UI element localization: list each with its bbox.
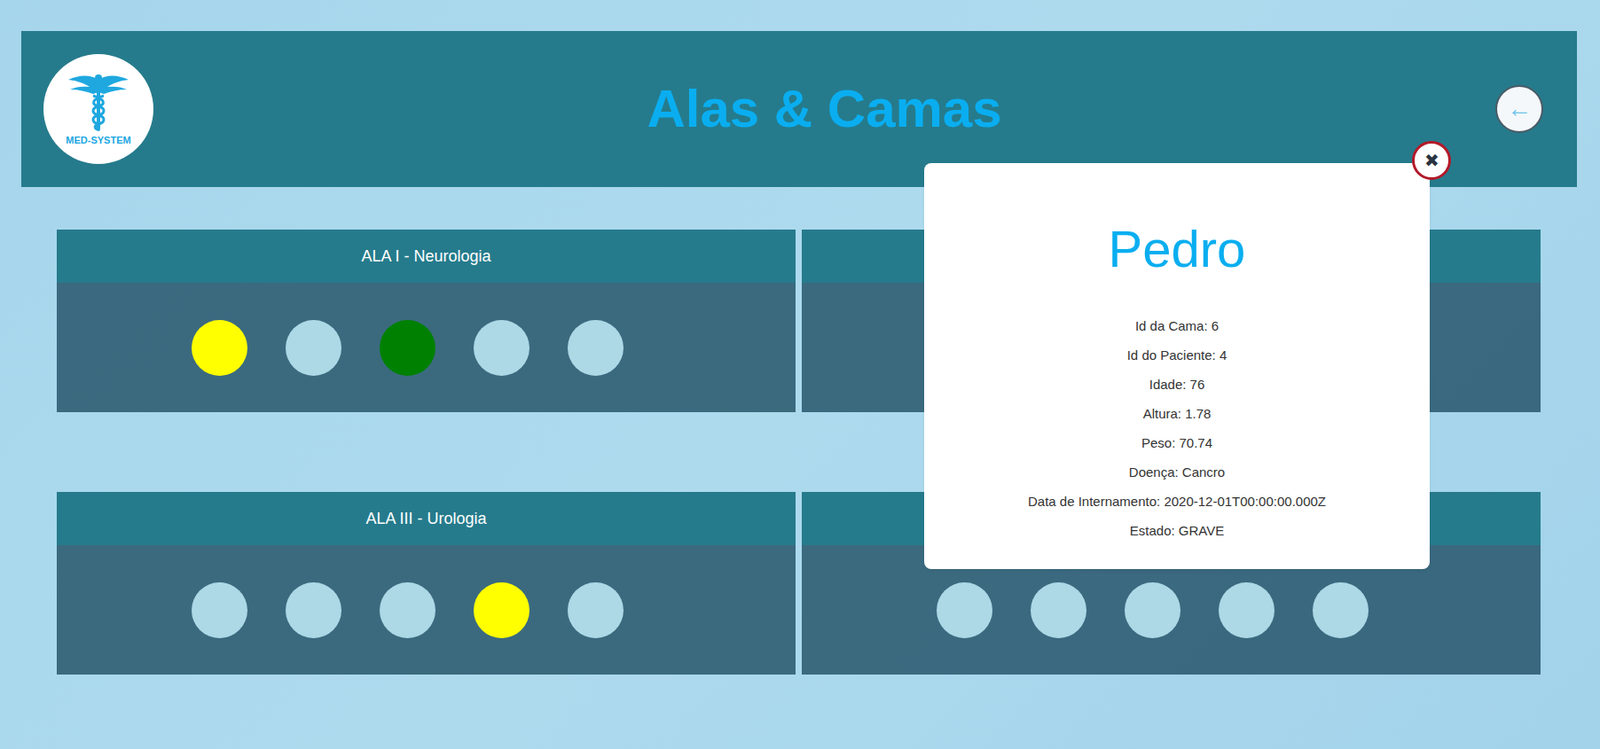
back-button[interactable]: ← xyxy=(1495,85,1544,134)
ward-panel: ALA I - Neurologia xyxy=(56,229,796,413)
detail-line: Idade: 76 xyxy=(941,369,1412,400)
detail-line: Altura: 1.78 xyxy=(941,399,1412,429)
detail-line: Id do Paciente: 4 xyxy=(941,340,1412,370)
close-button[interactable]: ✖ xyxy=(1411,141,1451,181)
patient-name: Pedro xyxy=(941,218,1412,281)
bed-dot[interactable] xyxy=(285,582,342,639)
bed-dot[interactable] xyxy=(567,582,624,639)
detail-line: Estado: GRAVE xyxy=(941,516,1412,546)
bed-dot[interactable] xyxy=(1218,582,1275,639)
bed-dot[interactable] xyxy=(191,582,248,639)
ward-beds xyxy=(56,282,796,413)
patient-modal: Pedro Id da Cama: 6Id do Paciente: 4Idade… xyxy=(924,163,1430,570)
bed-dot[interactable] xyxy=(473,582,530,639)
bed-dot[interactable] xyxy=(379,320,436,377)
ward-panel: ALA III - Urologia xyxy=(56,492,796,675)
patient-details: Id da Cama: 6Id do Paciente: 4Idade: 76A… xyxy=(941,311,1412,546)
ward-title: ALA I - Neurologia xyxy=(360,244,491,269)
ward-beds xyxy=(56,545,796,675)
page-title: Alas & Camas xyxy=(153,77,1496,142)
caduceus-icon xyxy=(66,72,131,134)
logo: MED-SYSTEM xyxy=(43,54,154,165)
bed-dot[interactable] xyxy=(1030,582,1087,639)
ward-header: ALA I - Neurologia xyxy=(56,229,796,283)
logo-text: MED-SYSTEM xyxy=(65,134,131,146)
detail-line: Id da Cama: 6 xyxy=(941,311,1412,341)
ward-header: ALA III - Urologia xyxy=(56,492,796,546)
detail-line: Data de Internamento: 2020-12-01T00:00:0… xyxy=(941,486,1412,517)
detail-line: Peso: 70.74 xyxy=(941,428,1412,458)
bed-dot[interactable] xyxy=(1312,582,1369,639)
bed-dot[interactable] xyxy=(379,582,436,639)
ward-title: ALA III - Urologia xyxy=(365,507,487,532)
bed-dot[interactable] xyxy=(567,320,624,377)
bed-dot[interactable] xyxy=(936,582,993,639)
bed-dot[interactable] xyxy=(285,320,342,377)
detail-line: Doença: Cancro xyxy=(941,457,1412,487)
bed-dot[interactable] xyxy=(1124,582,1181,639)
bed-dot[interactable] xyxy=(191,320,248,377)
bed-dot[interactable] xyxy=(473,320,530,377)
